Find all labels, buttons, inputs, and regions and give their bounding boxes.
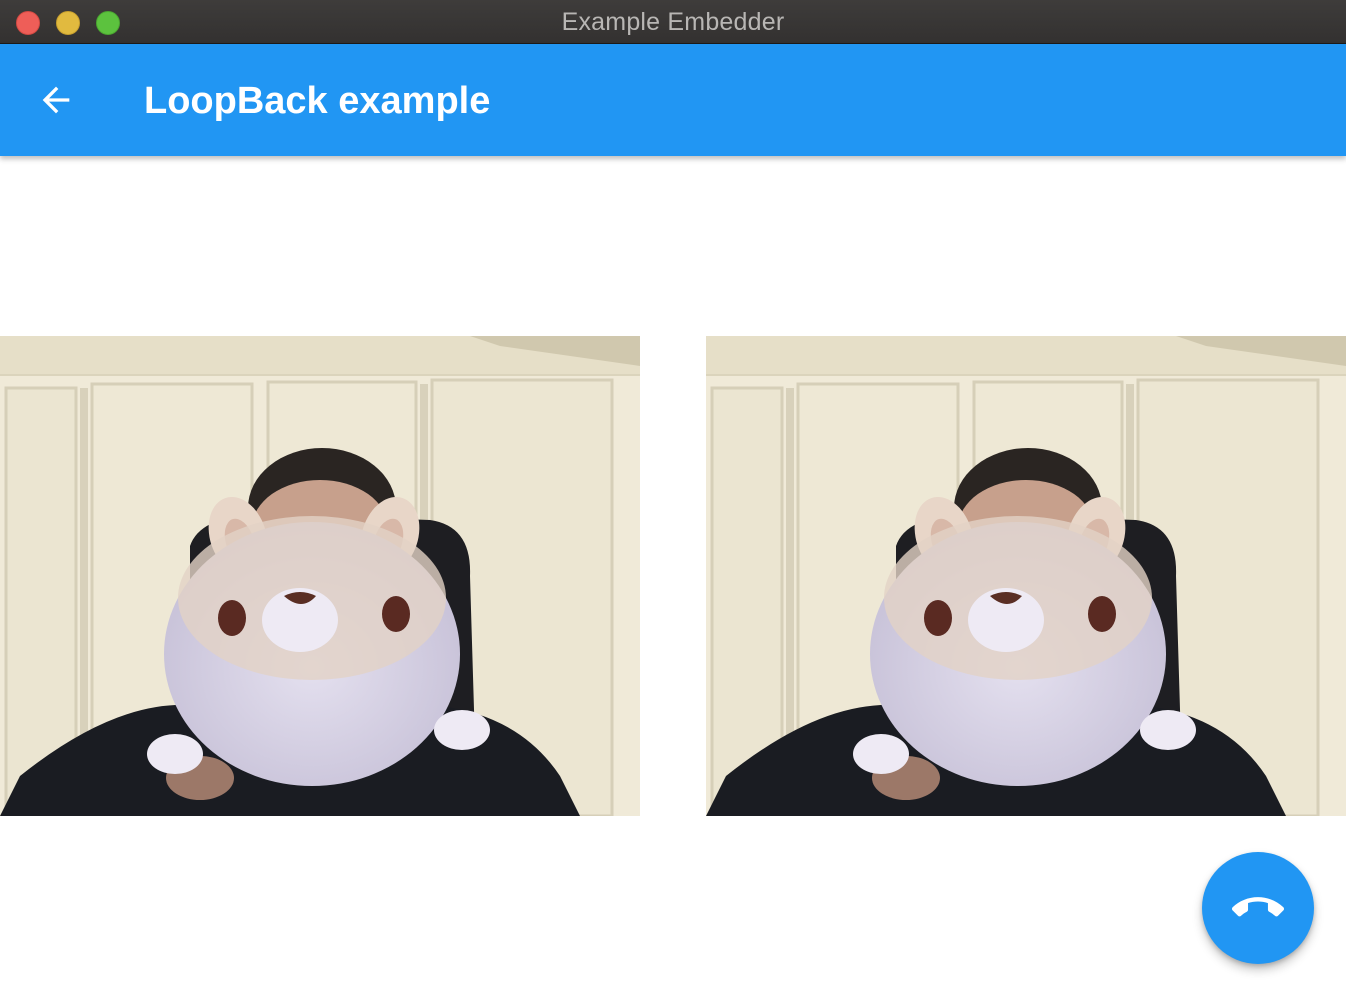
call-end-icon — [1232, 897, 1284, 917]
window-titlebar: Example Embedder — [0, 0, 1346, 44]
hangup-button[interactable] — [1202, 852, 1314, 964]
window-title: Example Embedder — [561, 8, 785, 36]
app-window: Example Embedder LoopBack example — [0, 0, 1346, 996]
local-video — [0, 336, 640, 816]
back-button[interactable] — [26, 70, 86, 130]
arrow-back-icon — [42, 86, 70, 114]
app-bar: LoopBack example — [0, 44, 1346, 156]
remote-video — [706, 336, 1346, 816]
page-title: LoopBack example — [144, 80, 491, 122]
